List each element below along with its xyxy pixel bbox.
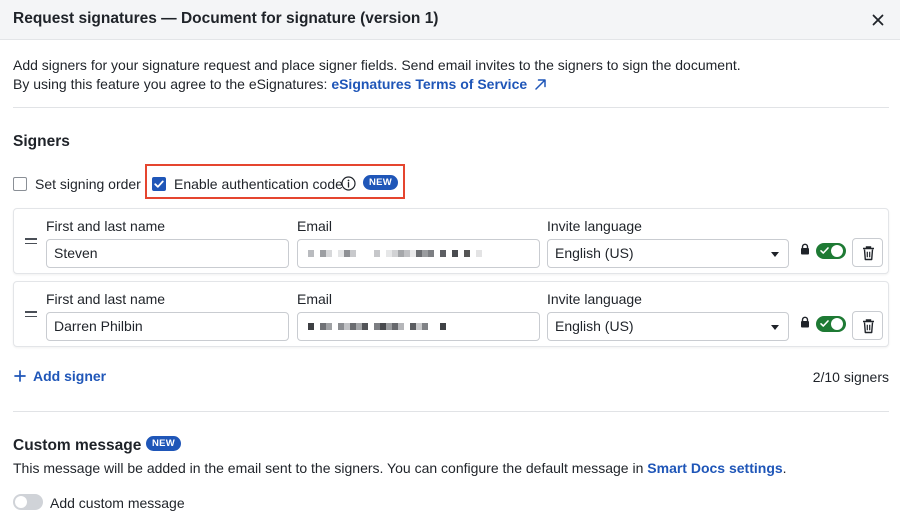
external-link-icon[interactable] (534, 78, 548, 90)
drag-handle-icon[interactable] (25, 238, 37, 246)
check-icon (820, 247, 829, 254)
redacted-email (308, 250, 482, 258)
name-label: First and last name (46, 218, 166, 234)
email-label: Email (297, 218, 333, 234)
drag-handle-icon[interactable] (25, 311, 37, 319)
language-value: English (US) (555, 245, 634, 261)
plus-icon[interactable] (13, 369, 27, 383)
new-badge: NEW (363, 175, 399, 190)
terms-link-label[interactable]: eSignatures Terms of Service (331, 76, 527, 92)
divider (13, 107, 889, 108)
intro-line-2-prefix: By using this feature you agree to the e… (13, 76, 332, 92)
info-icon[interactable] (341, 176, 356, 191)
chevron-down-icon (771, 325, 779, 330)
name-label: First and last name (46, 291, 166, 307)
auth-toggle[interactable] (816, 316, 846, 332)
new-badge: NEW (146, 436, 182, 451)
redacted-email (308, 323, 446, 331)
signers-heading: Signers (13, 133, 70, 150)
name-input[interactable]: Steven (46, 239, 289, 268)
delete-signer-button[interactable] (852, 238, 883, 267)
name-input[interactable]: Darren Philbin (46, 312, 289, 341)
add-signer-label[interactable]: Add signer (33, 368, 106, 384)
signing-order-checkbox[interactable] (13, 177, 27, 191)
custom-message-description: This message will be added in the email … (13, 460, 787, 476)
checkmark-icon (153, 180, 164, 188)
custom-message-description-suffix: . (782, 460, 787, 476)
divider (13, 411, 889, 412)
trash-icon[interactable] (853, 239, 884, 268)
check-icon (820, 320, 829, 327)
custom-message-toggle[interactable] (13, 494, 43, 510)
delete-signer-button[interactable] (852, 311, 883, 340)
custom-message-heading: Custom message (13, 437, 142, 454)
close-button[interactable] (866, 9, 890, 31)
language-select[interactable]: English (US) (547, 239, 789, 268)
language-value: English (US) (555, 318, 634, 334)
language-label: Invite language (547, 291, 642, 307)
intro-line-1: Add signers for your signature request a… (13, 57, 741, 73)
signer-card: First and last name Steven Email Invite … (13, 208, 889, 274)
language-select[interactable]: English (US) (547, 312, 789, 341)
smart-docs-settings-link[interactable]: Smart Docs settings (647, 460, 782, 476)
email-input[interactable] (297, 239, 540, 268)
signer-count: 2/10 signers (812, 369, 889, 385)
lock-icon (801, 243, 809, 255)
terms-link[interactable]: eSignatures Terms of Service (331, 76, 548, 92)
custom-message-description-prefix: This message will be added in the email … (13, 460, 648, 476)
email-input[interactable] (297, 312, 540, 341)
trash-icon[interactable] (853, 312, 884, 341)
signer-card: First and last name Darren Philbin Email… (13, 281, 889, 347)
dialog-title: Request signatures — Document for signat… (13, 10, 439, 27)
dialog-header: Request signatures — Document for signat… (0, 0, 900, 40)
add-signer-button[interactable]: Add signer (13, 368, 106, 384)
language-label: Invite language (547, 218, 642, 234)
close-icon[interactable] (866, 9, 890, 31)
chevron-down-icon (771, 252, 779, 257)
custom-message-toggle-label[interactable]: Add custom message (50, 495, 185, 511)
auth-code-checkbox[interactable] (152, 177, 166, 191)
auth-toggle[interactable] (816, 243, 846, 259)
signing-order-label[interactable]: Set signing order (35, 176, 141, 192)
intro-line-2: By using this feature you agree to the e… (13, 75, 893, 94)
lock-icon (801, 316, 809, 328)
intro-text: Add signers for your signature request a… (13, 56, 893, 94)
auth-code-label[interactable]: Enable authentication code (174, 176, 343, 192)
email-label: Email (297, 291, 333, 307)
